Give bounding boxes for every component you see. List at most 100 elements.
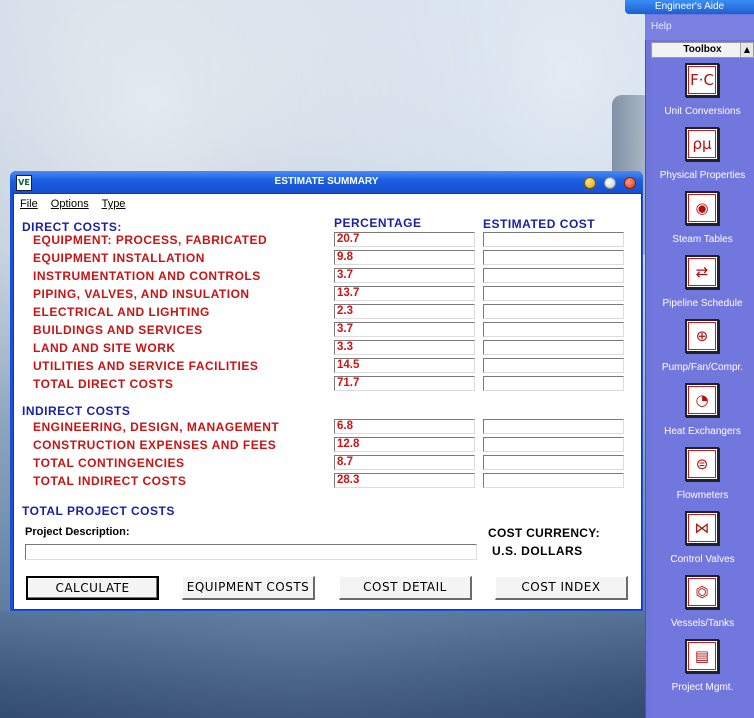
vessels-tanks-icon: ⏣ [685, 575, 719, 609]
toolbox-item-label: Control Valves [670, 554, 735, 565]
percentage-field[interactable]: 9.8 [334, 250, 475, 265]
estimated-cost-field[interactable] [483, 286, 624, 301]
percentage-field[interactable]: 3.7 [334, 322, 475, 337]
flowmeters-icon-glyph: ⊜ [688, 450, 716, 478]
estimated-cost-field[interactable] [483, 437, 624, 452]
toolbox-item-label: Steam Tables [672, 234, 733, 245]
minimize-button[interactable] [584, 177, 596, 189]
cost-detail-button[interactable]: COST DETAIL [339, 576, 472, 600]
estimated-cost-field[interactable] [483, 358, 624, 373]
control-valves-icon: ⋈ [685, 511, 719, 545]
estimated-cost-field[interactable] [483, 250, 624, 265]
steam-tables-icon-glyph: ◉ [688, 194, 716, 222]
cost-row-label: TOTAL INDIRECT COSTS [33, 474, 187, 488]
direct-costs-heading: DIRECT COSTS: [22, 220, 122, 234]
cost-row-label: BUILDINGS AND SERVICES [33, 323, 203, 337]
flowmeters-icon: ⊜ [685, 447, 719, 481]
cost-row-label: CONSTRUCTION EXPENSES AND FEES [33, 438, 277, 452]
percentage-field[interactable]: 20.7 [334, 232, 475, 247]
pipeline-schedule-icon-glyph: ⇄ [688, 258, 716, 286]
toolbox-item-label: Vessels/Tanks [670, 618, 735, 629]
toolbox-item-pipeline-schedule[interactable]: ⇄ Pipeline Schedule [651, 250, 754, 314]
cost-currency-label: COST CURRENCY: [488, 526, 600, 540]
estimated-cost-field[interactable] [483, 419, 624, 434]
unit-conversions-icon-glyph: F·C [688, 66, 716, 94]
percentage-field[interactable]: 8.7 [334, 455, 475, 470]
toolbox-scroll-up-button[interactable]: ▲ [740, 43, 753, 57]
toolbox-item-label: Physical Properties [659, 170, 746, 181]
toolbox-item-label: Project Mgmt. [671, 682, 734, 693]
percentage-field[interactable]: 28.3 [334, 473, 475, 488]
maximize-button[interactable] [604, 177, 616, 189]
app-title: Engineer's Aide [625, 0, 754, 14]
toolbox-item-label: Flowmeters [676, 490, 729, 501]
indirect-costs-heading: INDIRECT COSTS [22, 404, 131, 418]
cost-row-label: PIPING, VALVES, AND INSULATION [33, 287, 250, 301]
percentage-field[interactable]: 71.7 [334, 376, 475, 391]
toolbox-item-project-management[interactable]: ▤ Project Mgmt. [651, 634, 754, 698]
cost-row-label: EQUIPMENT: PROCESS, FABRICATED [33, 233, 268, 247]
cost-row-label: TOTAL CONTINGENCIES [33, 456, 185, 470]
pump-fan-compressor-icon: ⊕ [685, 319, 719, 353]
heat-exchangers-icon-glyph: ◔ [688, 386, 716, 414]
percentage-field[interactable]: 12.8 [334, 437, 475, 452]
menu-file[interactable]: File [20, 198, 38, 210]
toolbox-item-label: Pump/Fan/Compr. [661, 362, 744, 373]
estimated-cost-field[interactable] [483, 304, 624, 319]
percentage-field[interactable]: 3.7 [334, 268, 475, 283]
menu-options[interactable]: Options [51, 198, 89, 210]
vessels-tanks-icon-glyph: ⏣ [688, 578, 716, 606]
toolbox-item-label: Pipeline Schedule [662, 298, 743, 309]
estimated-cost-field[interactable] [483, 376, 624, 391]
steam-tables-icon: ◉ [685, 191, 719, 225]
window-title: ESTIMATE SUMMARY [274, 176, 379, 187]
total-project-costs-label: TOTAL PROJECT COSTS [22, 504, 175, 518]
estimated-cost-header: ESTIMATED COST [483, 217, 596, 231]
toolbox-item-unit-conversions[interactable]: F·C Unit Conversions [651, 58, 754, 122]
project-management-icon-glyph: ▤ [688, 642, 716, 670]
pipeline-schedule-icon: ⇄ [685, 255, 719, 289]
cost-row-label: INSTRUMENTATION AND CONTROLS [33, 269, 261, 283]
percentage-field[interactable]: 13.7 [334, 286, 475, 301]
estimated-cost-field[interactable] [483, 322, 624, 337]
cost-row-label: ELECTRICAL AND LIGHTING [33, 305, 210, 319]
toolbox-item-steam-tables[interactable]: ◉ Steam Tables [651, 186, 754, 250]
toolbox-item-physical-properties[interactable]: ρμ Physical Properties [651, 122, 754, 186]
cost-row-label: TOTAL DIRECT COSTS [33, 377, 174, 391]
cost-index-button[interactable]: COST INDEX [495, 576, 628, 600]
estimated-cost-field[interactable] [483, 268, 624, 283]
toolbox-item-label: Heat Exchangers [664, 426, 741, 437]
cost-currency-value: U.S. DOLLARS [492, 544, 583, 558]
percentage-field[interactable]: 2.3 [334, 304, 475, 319]
physical-properties-icon: ρμ [685, 127, 719, 161]
toolbox-item-pump-fan-compressor[interactable]: ⊕ Pump/Fan/Compr. [651, 314, 754, 378]
desktop-lower-area [0, 611, 645, 718]
toolbox-item-flowmeters[interactable]: ⊜ Flowmeters [651, 442, 754, 506]
project-management-icon: ▤ [685, 639, 719, 673]
unit-conversions-icon: F·C [685, 63, 719, 97]
toolbox-item-control-valves[interactable]: ⋈ Control Valves [651, 506, 754, 570]
percentage-field[interactable]: 14.5 [334, 358, 475, 373]
cost-row-label: LAND AND SITE WORK [33, 341, 176, 355]
toolbox-list: F·C Unit Conversions ρμ Physical Properties… [651, 58, 754, 718]
estimate-summary-window: VE ESTIMATE SUMMARY File Options Type DI… [10, 171, 643, 611]
estimated-cost-field[interactable] [483, 232, 624, 247]
project-description-label: Project Description: [25, 526, 130, 538]
project-description-input[interactable] [25, 544, 477, 560]
equipment-costs-button[interactable]: EQUIPMENT COSTS [182, 576, 315, 600]
close-button[interactable] [624, 177, 636, 189]
window-titlebar[interactable]: VE ESTIMATE SUMMARY [10, 171, 643, 193]
help-menu[interactable]: Help [645, 15, 754, 40]
menu-type[interactable]: Type [102, 198, 126, 210]
percentage-field[interactable]: 3.3 [334, 340, 475, 355]
percentage-field[interactable]: 6.8 [334, 419, 475, 434]
estimated-cost-field[interactable] [483, 340, 624, 355]
toolbox-item-heat-exchangers[interactable]: ◔ Heat Exchangers [651, 378, 754, 442]
percentage-header: PERCENTAGE [334, 216, 422, 230]
estimated-cost-field[interactable] [483, 473, 624, 488]
control-valves-icon-glyph: ⋈ [688, 514, 716, 542]
cost-row-label: EQUIPMENT INSTALLATION [33, 251, 205, 265]
toolbox-item-vessels-tanks[interactable]: ⏣ Vessels/Tanks [651, 570, 754, 634]
calculate-button[interactable]: CALCULATE [26, 576, 159, 600]
estimated-cost-field[interactable] [483, 455, 624, 470]
